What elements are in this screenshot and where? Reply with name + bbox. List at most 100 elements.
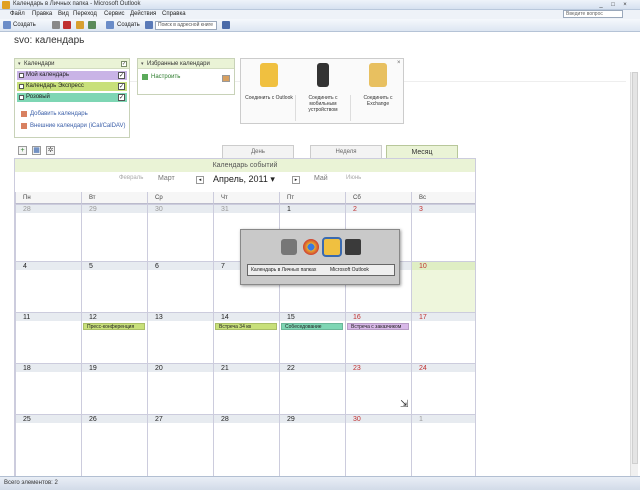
day-cell[interactable]: 28 bbox=[15, 204, 81, 261]
create-button[interactable]: Создать bbox=[13, 21, 36, 30]
chrome-icon[interactable] bbox=[303, 239, 319, 255]
day-cell[interactable]: 30 bbox=[345, 414, 411, 477]
address-book-icon[interactable] bbox=[145, 21, 153, 29]
separator bbox=[295, 95, 296, 121]
send-receive-icon[interactable] bbox=[106, 21, 114, 29]
address-book-search[interactable]: Поиск в адресной книге bbox=[155, 21, 217, 30]
day-cell[interactable]: 29 bbox=[81, 204, 147, 261]
external-calendars-link[interactable]: Внешние календари (iCal/CalDAV) bbox=[21, 122, 125, 131]
calendar-event[interactable]: Встреча 34 кв bbox=[215, 323, 277, 330]
minimize-button[interactable]: _ bbox=[596, 1, 606, 9]
current-month-selector[interactable]: Апрель, 2011 ▾ bbox=[213, 174, 275, 185]
settings-icon[interactable] bbox=[222, 75, 230, 82]
gear-icon[interactable]: ✲ bbox=[46, 146, 55, 155]
send-receive-button[interactable]: Создать bbox=[117, 21, 140, 30]
day-cell[interactable]: 25 bbox=[15, 414, 81, 477]
settings-app-icon[interactable] bbox=[281, 239, 297, 255]
month-link-jun[interactable]: Июнь bbox=[346, 175, 361, 181]
delete-icon[interactable] bbox=[63, 21, 71, 29]
day-cell[interactable]: 16 bbox=[345, 312, 411, 363]
calendar-event[interactable]: Пресс-конференция bbox=[83, 323, 145, 330]
calendar-checkbox[interactable]: ✓ bbox=[118, 83, 125, 90]
day-cell[interactable]: 14 bbox=[213, 312, 279, 363]
menu-file[interactable]: Файл bbox=[10, 11, 25, 17]
calendar-checkbox[interactable]: ✓ bbox=[118, 72, 125, 79]
sync-mobile[interactable]: Соединить с мобильным устройством bbox=[297, 59, 349, 125]
month-link-feb[interactable]: Февраль bbox=[119, 175, 143, 181]
calendar-item-express[interactable]: Календарь Экспресс ✓ bbox=[17, 82, 127, 91]
calendar-event[interactable]: Собеседование bbox=[281, 323, 343, 330]
calendar-color-swatch bbox=[19, 95, 24, 100]
collapse-icon[interactable]: ▾ bbox=[18, 59, 21, 69]
arrange-icon[interactable] bbox=[76, 21, 84, 29]
month-link-may[interactable]: Май bbox=[314, 175, 328, 182]
sync-exchange[interactable]: Соединить с Exchange bbox=[352, 59, 404, 125]
day-cell[interactable]: 6 bbox=[147, 261, 213, 312]
day-cell[interactable]: 12 bbox=[81, 312, 147, 363]
day-number: 30 bbox=[353, 416, 361, 423]
day-cell[interactable]: 5 bbox=[81, 261, 147, 312]
scrollbar-thumb[interactable] bbox=[632, 72, 638, 464]
tab-month[interactable]: Месяц bbox=[386, 145, 458, 158]
day-cell[interactable]: 15 bbox=[279, 312, 345, 363]
calendar-icon[interactable]: ▦ bbox=[32, 146, 41, 155]
day-cell[interactable]: 29 bbox=[279, 414, 345, 477]
calendar-event[interactable]: Встреча с заказчиком bbox=[347, 323, 409, 330]
day-cell[interactable]: 22 bbox=[279, 363, 345, 414]
calendar-item-pink[interactable]: Розовый ✓ bbox=[17, 93, 127, 102]
day-cell[interactable]: 13 bbox=[147, 312, 213, 363]
sync-outlook[interactable]: Соединить с Outlook bbox=[243, 59, 295, 125]
day-cell[interactable]: 17 bbox=[411, 312, 475, 363]
outlook-icon[interactable] bbox=[322, 237, 342, 257]
day-cell[interactable]: 11 bbox=[15, 312, 81, 363]
day-cell[interactable]: 28 bbox=[213, 414, 279, 477]
favorite-calendars-header[interactable]: ▾ Избранные календари bbox=[138, 59, 234, 69]
close-button[interactable]: × bbox=[620, 1, 630, 9]
maximize-button[interactable]: □ bbox=[608, 1, 618, 9]
close-icon[interactable]: × bbox=[397, 60, 401, 66]
menu-tools[interactable]: Сервис bbox=[104, 11, 125, 17]
collapse-icon[interactable]: ▾ bbox=[141, 59, 144, 69]
add-calendar-link[interactable]: Добавить календарь bbox=[21, 110, 88, 119]
terminal-icon[interactable] bbox=[345, 239, 361, 255]
next-month-arrow[interactable]: ▸ bbox=[292, 176, 300, 184]
day-cell[interactable]: 24 bbox=[411, 363, 475, 414]
menu-help[interactable]: Справка bbox=[162, 11, 186, 17]
day-cell[interactable]: 1 bbox=[411, 414, 475, 477]
vertical-scrollbar[interactable] bbox=[630, 72, 638, 490]
menu-edit[interactable]: Правка bbox=[32, 11, 52, 17]
menu-actions[interactable]: Действия bbox=[130, 11, 156, 17]
sync-exchange-label: Соединить с Exchange bbox=[363, 95, 393, 107]
day-cell[interactable]: 27 bbox=[147, 414, 213, 477]
month-link-mar[interactable]: Март bbox=[158, 175, 175, 182]
calendars-panel-header[interactable]: ▾ Календари ✓ bbox=[15, 59, 129, 69]
day-cell[interactable]: 18 bbox=[15, 363, 81, 414]
print-icon[interactable] bbox=[52, 21, 60, 29]
calendar-view-icon[interactable] bbox=[88, 21, 96, 29]
calendar-checkbox[interactable]: ✓ bbox=[118, 94, 125, 101]
status-bar: Всего элементов: 2 bbox=[0, 476, 640, 490]
tab-week[interactable]: Неделя bbox=[310, 145, 382, 158]
day-cell[interactable]: 21 bbox=[213, 363, 279, 414]
calendars-checkbox[interactable]: ✓ bbox=[121, 61, 127, 67]
day-number: 25 bbox=[23, 416, 31, 423]
day-cell[interactable]: 30 bbox=[147, 204, 213, 261]
day-cell[interactable]: 20 bbox=[147, 363, 213, 414]
prev-month-arrow[interactable]: ◂ bbox=[196, 176, 204, 184]
menu-go[interactable]: Переход bbox=[73, 11, 97, 17]
day-cell[interactable]: 19 bbox=[81, 363, 147, 414]
setup-link[interactable]: Настроить bbox=[142, 73, 180, 82]
day-number: 13 bbox=[155, 314, 163, 321]
add-event-button[interactable]: + bbox=[18, 146, 27, 155]
menu-view[interactable]: Вид bbox=[58, 11, 69, 17]
app-switcher-popup: Календарь в Личных папках Microsoft Outl… bbox=[240, 229, 400, 285]
setup-label: Настроить bbox=[151, 74, 181, 80]
calendar-item-my[interactable]: Мой календарь ✓ bbox=[17, 71, 127, 80]
day-cell[interactable]: 10 bbox=[411, 261, 475, 312]
day-cell[interactable]: 26 bbox=[81, 414, 147, 477]
help-search-input[interactable]: Введите вопрос bbox=[563, 10, 623, 18]
day-cell[interactable]: 4 bbox=[15, 261, 81, 312]
tab-day[interactable]: День bbox=[222, 145, 294, 158]
day-cell[interactable]: 3 bbox=[411, 204, 475, 261]
help-icon[interactable] bbox=[222, 21, 230, 29]
